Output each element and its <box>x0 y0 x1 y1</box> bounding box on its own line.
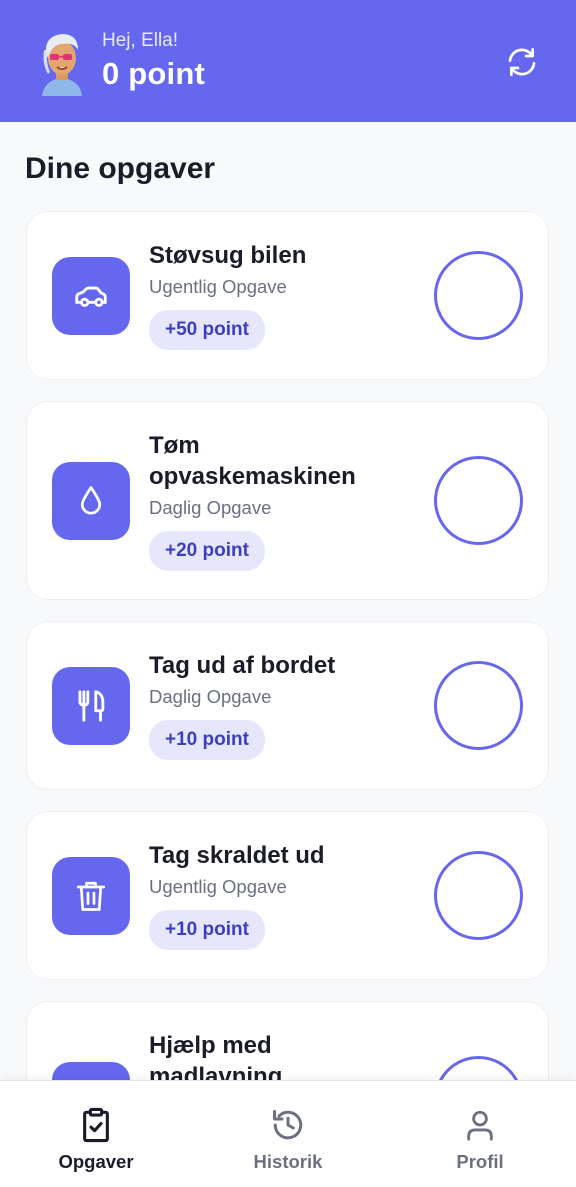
points-badge: +50 point <box>149 310 265 350</box>
task-card[interactable]: Støvsug bilen Ugentlig Opgave +50 point <box>26 211 549 380</box>
task-frequency: Ugentlig Opgave <box>149 876 287 897</box>
refresh-button[interactable] <box>500 40 544 84</box>
points-badge: +20 point <box>149 531 265 571</box>
task-text: Støvsug bilen Ugentlig Opgave +50 point <box>149 240 404 350</box>
task-frequency: Ugentlig Opgave <box>149 276 287 297</box>
task-icon <box>52 1062 130 1080</box>
cutlery-icon <box>52 667 130 745</box>
task-card[interactable]: Tøm opvaskemaskinen Daglig Opgave +20 po… <box>26 401 549 600</box>
task-frequency: Daglig Opgave <box>149 497 272 518</box>
history-icon <box>270 1105 306 1145</box>
points-badge: +10 point <box>149 720 265 760</box>
nav-historik[interactable]: Historik <box>192 1081 384 1187</box>
task-title: Tag ud af bordet <box>149 652 336 679</box>
task-text: Tag skraldet ud Ugentlig Opgave +10 poin… <box>149 840 404 950</box>
greeting-text: Hej, Ella! <box>102 30 179 51</box>
task-text: Tøm opvaskemaskinen Daglig Opgave +20 po… <box>149 430 404 571</box>
refresh-icon <box>508 48 536 76</box>
nav-opgaver[interactable]: Opgaver <box>0 1081 192 1187</box>
task-text: Tag ud af bordet Daglig Opgave +10 point <box>149 650 404 760</box>
complete-task-checkbox[interactable] <box>434 851 523 940</box>
task-frequency: Daglig Opgave <box>149 686 272 707</box>
task-list-area[interactable]: Dine opgaver Støvsug bilen Ugentlig Opga… <box>0 122 576 1080</box>
user-icon <box>463 1105 497 1145</box>
task-text: Hjælp med madlavning <box>149 1030 404 1080</box>
nav-label: Historik <box>253 1151 323 1172</box>
car-icon <box>52 257 130 335</box>
task-title: Støvsug bilen <box>149 242 307 269</box>
points-total: 0 point <box>102 56 205 91</box>
complete-task-checkbox[interactable] <box>434 661 523 750</box>
complete-task-checkbox[interactable] <box>434 251 523 340</box>
bottom-navigation: Opgaver Historik Profil <box>0 1080 576 1187</box>
task-card[interactable]: Tag skraldet ud Ugentlig Opgave +10 poin… <box>26 811 549 980</box>
app-header: Hej, Ella! 0 point <box>0 0 576 122</box>
clipboard-check-icon <box>79 1105 113 1145</box>
task-title: Tag skraldet ud <box>149 842 325 869</box>
complete-task-checkbox[interactable] <box>434 456 523 545</box>
points-badge: +10 point <box>149 910 265 950</box>
avatar[interactable] <box>34 28 90 96</box>
complete-task-checkbox[interactable] <box>434 1056 523 1080</box>
nav-label: Opgaver <box>58 1151 134 1172</box>
water-drop-icon <box>52 462 130 540</box>
task-title: Hjælp med madlavning <box>149 1032 283 1080</box>
trash-icon <box>52 857 130 935</box>
nav-profil[interactable]: Profil <box>384 1081 576 1187</box>
greeting-block: Hej, Ella! 0 point <box>102 30 205 92</box>
task-card[interactable]: Hjælp med madlavning <box>26 1001 549 1080</box>
task-card[interactable]: Tag ud af bordet Daglig Opgave +10 point <box>26 621 549 790</box>
section-title: Dine opgaver <box>25 152 216 185</box>
task-title: Tøm opvaskemaskinen <box>149 432 356 490</box>
nav-label: Profil <box>456 1151 504 1172</box>
